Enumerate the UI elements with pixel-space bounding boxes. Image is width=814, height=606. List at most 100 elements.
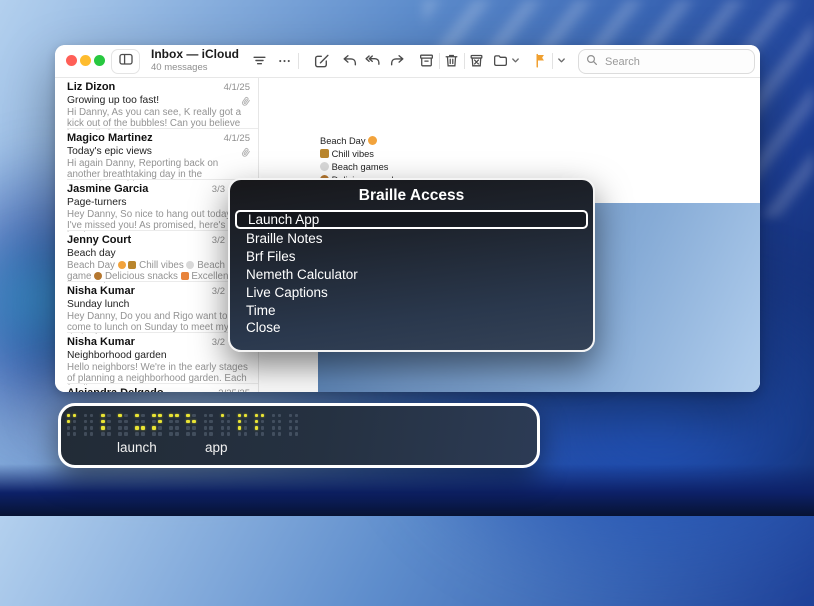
braille-cell-row [186,426,198,429]
braille-dot [227,414,230,417]
braille-dot [238,432,241,435]
text-segment: Beach Day [320,136,368,146]
toolbar-divider [464,53,465,69]
toolbar-divider [552,53,553,69]
braille-dot [169,414,172,417]
braille-dot [107,414,110,417]
text-segment: Hello neighbors! We're in the early stag… [67,362,248,385]
minimize-window-button[interactable] [80,55,91,66]
menu-item-close[interactable]: Close [230,319,593,337]
braille-cell-row [204,414,216,417]
braille-dot [255,432,258,435]
braille-dot [84,426,87,429]
forward-icon[interactable] [389,52,406,69]
braille-dot [227,420,230,423]
braille-dot [192,414,195,417]
braille-cell-row [289,420,301,423]
flag-icon[interactable] [533,52,550,69]
message-preview: Hello neighbors! We're in the early stag… [67,362,249,385]
braille-dot [204,420,207,423]
braille-cells [67,414,306,438]
braille-dot [101,432,104,435]
search-input[interactable] [603,55,727,69]
braille-dot [295,426,298,429]
braille-dot [169,420,172,423]
compose-icon[interactable] [313,52,330,69]
message-sender: Nisha Kumar [67,285,135,297]
message-row[interactable]: Alejandra Delgado3/25/25 [55,384,258,392]
menu-item-braille-notes[interactable]: Braille Notes [230,230,593,248]
braille-dot [192,420,195,423]
braille-cell-row [84,420,96,423]
braille-cell-row [186,414,198,417]
braille-dot [90,414,93,417]
menu-item-time[interactable]: Time [230,302,593,320]
braille-dot [101,414,104,417]
braille-dot [192,432,195,435]
filter-icon[interactable] [251,52,268,69]
menu-item-brf-files[interactable]: Brf Files [230,248,593,266]
braille-cell-row [152,420,164,423]
menu-item-launch-app[interactable]: Launch App [235,210,588,229]
braille-cell-row [289,426,301,429]
braille-cell-row [272,432,284,435]
message-subject: Sunday lunch [67,299,129,310]
braille-cell-row [67,426,79,429]
braille-dot [295,432,298,435]
message-sender: Jasmine Garcia [67,183,148,195]
braille-dot [141,426,144,429]
message-row[interactable]: Liz Dizon4/1/25Growing up too fast!Hi Da… [55,78,258,129]
braille-cell-row [169,432,181,435]
braille-dot [289,432,292,435]
menu-item-nemeth-calculator[interactable]: Nemeth Calculator [230,266,593,284]
message-row[interactable]: Magico Martinez4/1/25Today's epic viewsH… [55,129,258,180]
reply-all-icon[interactable] [364,52,381,69]
braille-dot [152,414,155,417]
braille-dot [221,420,224,423]
braille-cell-row [67,414,79,417]
trash-icon[interactable] [443,52,460,69]
braille-cell-row [272,414,284,417]
text-segment: Hey Danny, So nice to hang out today—I'v… [67,209,242,232]
menu-item-live-captions[interactable]: Live Captions [230,284,593,302]
toolbar-divider [439,53,440,69]
braille-cell-row [204,426,216,429]
braille-dot [204,426,207,429]
braille-dot [295,414,298,417]
braille-dot [209,414,212,417]
braille-dot [67,420,70,423]
junk-icon[interactable] [468,52,485,69]
braille-dot [278,420,281,423]
braille-dot [158,432,161,435]
braille-cell-row [135,426,147,429]
braille-dot [244,414,247,417]
text-segment: Beach Day [67,260,118,271]
toggle-sidebar-button[interactable] [111,49,140,74]
braille-cell-row [118,414,130,417]
zoom-window-button[interactable] [94,55,105,66]
braille-dot [73,414,76,417]
braille-cell [238,414,250,438]
braille-dot [107,432,110,435]
close-window-button[interactable] [66,55,77,66]
chevron-down-icon[interactable] [511,56,528,73]
braille-cell-row [135,420,147,423]
more-icon[interactable] [276,52,293,69]
braille-cell [101,414,113,438]
archive-icon[interactable] [418,52,435,69]
folder-icon[interactable] [492,52,509,69]
braille-dot [289,414,292,417]
braille-cell-row [221,420,233,423]
chevron-down-icon[interactable] [557,56,574,73]
braille-dot [272,426,275,429]
braille-dot [175,432,178,435]
braille-dot [169,426,172,429]
braille-dot [209,432,212,435]
braille-dot [158,426,161,429]
beach-umbrella-emoji [368,136,377,145]
reply-icon[interactable] [341,52,358,69]
braille-dot [175,420,178,423]
search-field[interactable] [578,49,755,74]
braille-cell [255,414,267,438]
braille-cell-row [169,426,181,429]
